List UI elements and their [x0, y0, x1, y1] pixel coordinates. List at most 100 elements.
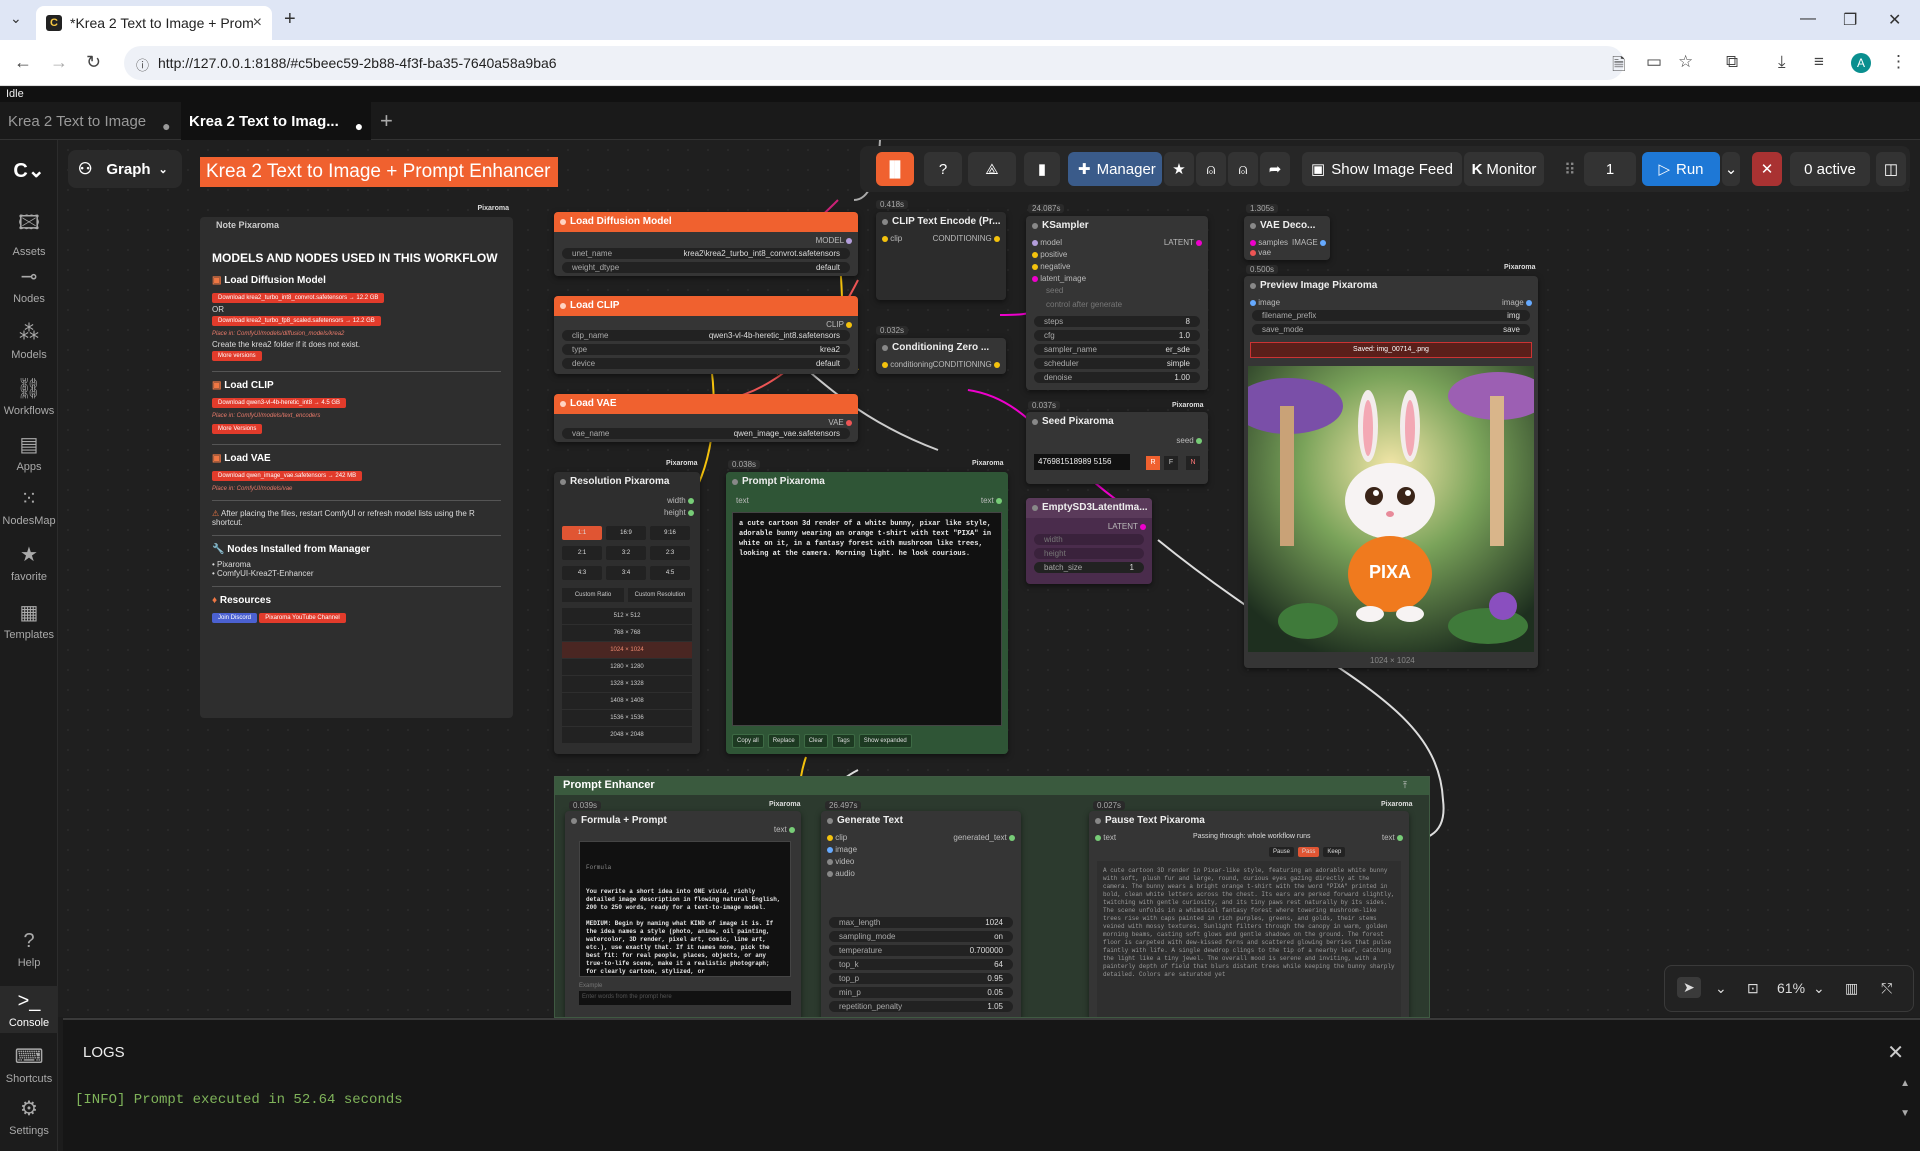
active-queue-button[interactable]: 0 active — [1790, 152, 1870, 186]
output-port[interactable]: CONDITIONING — [933, 234, 1000, 243]
example-input[interactable]: Enter words from the prompt here — [579, 991, 791, 1005]
share-icon[interactable]: ➦ — [1260, 152, 1290, 186]
ksampler-node[interactable]: KSampler model positive negative latent_… — [1026, 216, 1208, 390]
note-pixaroma-node[interactable]: Note Pixaroma Pixaroma MODELS AND NODES … — [200, 205, 513, 718]
minimize-icon[interactable]: — — [1800, 10, 1816, 28]
repetition-penalty-widget[interactable]: repetition_penalty 1.05 — [829, 1001, 1013, 1012]
input-port[interactable]: conditioning — [882, 360, 933, 369]
conditioning-zero-out-node[interactable]: Conditioning Zero ... conditioning CONDI… — [876, 338, 1006, 374]
drag-handle-icon[interactable]: ⠿ — [1564, 160, 1576, 180]
pause-mode-button[interactable]: Pause — [1269, 847, 1295, 857]
profile-avatar[interactable]: A — [1851, 53, 1871, 73]
youtube-link[interactable]: Pixaroma YouTube Channel — [259, 613, 346, 623]
input-port[interactable]: text — [1095, 833, 1116, 842]
input-port-positive[interactable]: positive — [1032, 250, 1067, 259]
close-tab-icon[interactable]: × — [253, 14, 262, 32]
reading-list-icon[interactable]: ≡ — [1814, 52, 1824, 72]
window-close-icon[interactable]: ✕ — [1888, 10, 1901, 30]
min-p-widget[interactable]: min_p 0.05 — [829, 987, 1013, 998]
run-options-chevron-icon[interactable]: ⌄ — [1722, 152, 1740, 186]
tab-list-chevron-icon[interactable]: ⌄ — [10, 10, 22, 27]
chevron-down-icon[interactable]: ⌄ — [1715, 980, 1727, 997]
bookmark-icon[interactable]: ▮ — [1024, 152, 1060, 186]
output-port-width[interactable]: width — [667, 496, 694, 505]
download-link[interactable]: Download qwen3-vl-4b-heretic_int8 → 4.5 … — [212, 398, 347, 408]
sidebar-item-models[interactable]: ⁂ Models — [0, 320, 58, 361]
more-versions-link[interactable]: More Versions — [212, 424, 263, 434]
toggle-panel-icon[interactable]: ◫ — [1876, 152, 1906, 186]
clip-text-encode-node[interactable]: CLIP Text Encode (Pr... clip CONDITIONIN… — [876, 212, 1006, 300]
input-port-audio[interactable]: audio — [827, 869, 855, 878]
prompt-action-button[interactable]: Replace — [767, 734, 800, 748]
ratio-button[interactable]: 3:2 — [606, 546, 646, 560]
width-input[interactable]: width — [1034, 534, 1144, 545]
extensions-icon[interactable]: ⧉ — [1726, 52, 1738, 72]
ratio-button[interactable]: 9:16 — [650, 526, 690, 540]
input-port-samples[interactable]: samples — [1250, 238, 1288, 247]
load-vae-node[interactable]: Load VAE VAE vae_name qwen_image_vae.safe… — [554, 394, 858, 442]
top-k-widget[interactable]: top_k 64 — [829, 959, 1013, 970]
forward-arrow-icon[interactable]: → — [50, 52, 68, 73]
ratio-button[interactable]: 1:1 — [562, 526, 602, 540]
sidebar-item-console[interactable]: >_ Console — [0, 986, 58, 1033]
preview-image-node[interactable]: Preview Image Pixaroma image image filen… — [1244, 276, 1538, 668]
sidebar-item-shortcuts[interactable]: ⌨ Shortcuts — [0, 1044, 58, 1085]
pixaroma-logo-icon[interactable]: ⟁ — [968, 152, 1016, 186]
output-port[interactable]: IMAGE — [1292, 238, 1326, 247]
prompt-pixaroma-node[interactable]: Prompt Pixaroma text text a cute cartoon… — [726, 472, 1008, 754]
site-info-icon[interactable]: ⓘ — [136, 55, 149, 74]
monitor-button[interactable]: K Monitor — [1464, 152, 1544, 186]
ratio-button[interactable]: 2:1 — [562, 546, 602, 560]
denoise-widget[interactable]: denoise 1.00 — [1034, 372, 1200, 383]
steps-widget[interactable]: steps 8 — [1034, 316, 1200, 327]
sidebar-item-help[interactable]: ? Help — [0, 930, 58, 969]
size-option[interactable]: 1280 × 1280 — [562, 659, 692, 675]
input-port[interactable]: clip — [882, 234, 902, 243]
sampling-mode-widget[interactable]: sampling_mode on — [829, 931, 1013, 942]
filename-prefix-input[interactable]: filename_prefix img — [1252, 310, 1530, 321]
weight-dtype-select[interactable]: weight_dtype default — [562, 262, 850, 273]
output-port[interactable]: MODEL — [816, 236, 852, 245]
pause-text-node[interactable]: Pause Text Pixaroma text text Passing th… — [1089, 811, 1409, 1017]
clip-device-select[interactable]: device default — [562, 358, 850, 369]
new-workflow-plus-icon[interactable]: + — [380, 108, 393, 134]
chevron-down-icon[interactable]: ⌄ — [1813, 980, 1825, 997]
reload-icon[interactable]: ↻ — [86, 52, 101, 73]
output-port[interactable]: LATENT — [1164, 238, 1202, 247]
prompt-enhancer-group[interactable]: Prompt Enhancer ⤒ Pixaroma 0.039s Pixaro… — [554, 776, 1430, 1018]
bookmark-star-icon[interactable]: ☆ — [1678, 52, 1693, 72]
size-option[interactable]: 1536 × 1536 — [562, 710, 692, 726]
batch-size-widget[interactable]: batch_size 1 — [1034, 562, 1144, 573]
sidebar-item-favorite[interactable]: ★ favorite — [0, 542, 58, 583]
arch-icon[interactable]: ⍝ — [1196, 152, 1226, 186]
browser-tab[interactable]: C *Krea 2 Text to Image + Prompt × — [36, 6, 272, 40]
queue-count-input[interactable]: 1 — [1584, 152, 1636, 186]
sampler-widget[interactable]: sampler_name er_sde — [1034, 344, 1200, 355]
manager-button[interactable]: ✚ Manager — [1068, 152, 1162, 186]
generate-text-node[interactable]: Generate Text clip image video audio gen… — [821, 811, 1021, 1017]
save-mode-select[interactable]: save_mode save — [1252, 324, 1530, 335]
output-port[interactable]: CONDITIONING — [933, 360, 1000, 369]
sidebar-item-templates[interactable]: ▦ Templates — [0, 600, 58, 641]
prompt-action-button[interactable]: Copy all — [732, 734, 764, 748]
ratio-button[interactable]: 4:3 — [562, 566, 602, 580]
output-port[interactable]: VAE — [828, 418, 852, 427]
control-after-generate[interactable]: control after generate — [1046, 300, 1122, 309]
input-port-vae[interactable]: vae — [1250, 248, 1271, 257]
size-option[interactable]: 2048 × 2048 — [562, 727, 692, 743]
ratio-button[interactable]: 3:4 — [606, 566, 646, 580]
top-p-widget[interactable]: top_p 0.95 — [829, 973, 1013, 984]
address-bar[interactable]: ⓘ http://127.0.0.1:8188/#c5beec59-2b88-4… — [124, 46, 1624, 80]
arch-alt-icon[interactable]: ⍝ — [1228, 152, 1258, 186]
prompt-action-button[interactable]: Tags — [832, 734, 855, 748]
cast-icon[interactable]: ▭ — [1646, 52, 1662, 72]
prompt-action-button[interactable]: Clear — [803, 734, 829, 748]
seed-pixaroma-node[interactable]: Seed Pixaroma seed 476981518989 5156 R F… — [1026, 412, 1208, 484]
workflow-tab[interactable]: Krea 2 Text to Image ● — [0, 102, 180, 140]
input-port[interactable]: image — [1250, 298, 1280, 307]
minimap-icon[interactable]: ▥ — [1845, 980, 1858, 997]
input-port-model[interactable]: model — [1032, 238, 1062, 247]
sidebar-item-workflows[interactable]: ⛓ Workflows — [0, 376, 58, 417]
comfy-logo-icon[interactable]: C⌄ — [0, 158, 58, 187]
output-port[interactable]: image — [1502, 298, 1532, 307]
